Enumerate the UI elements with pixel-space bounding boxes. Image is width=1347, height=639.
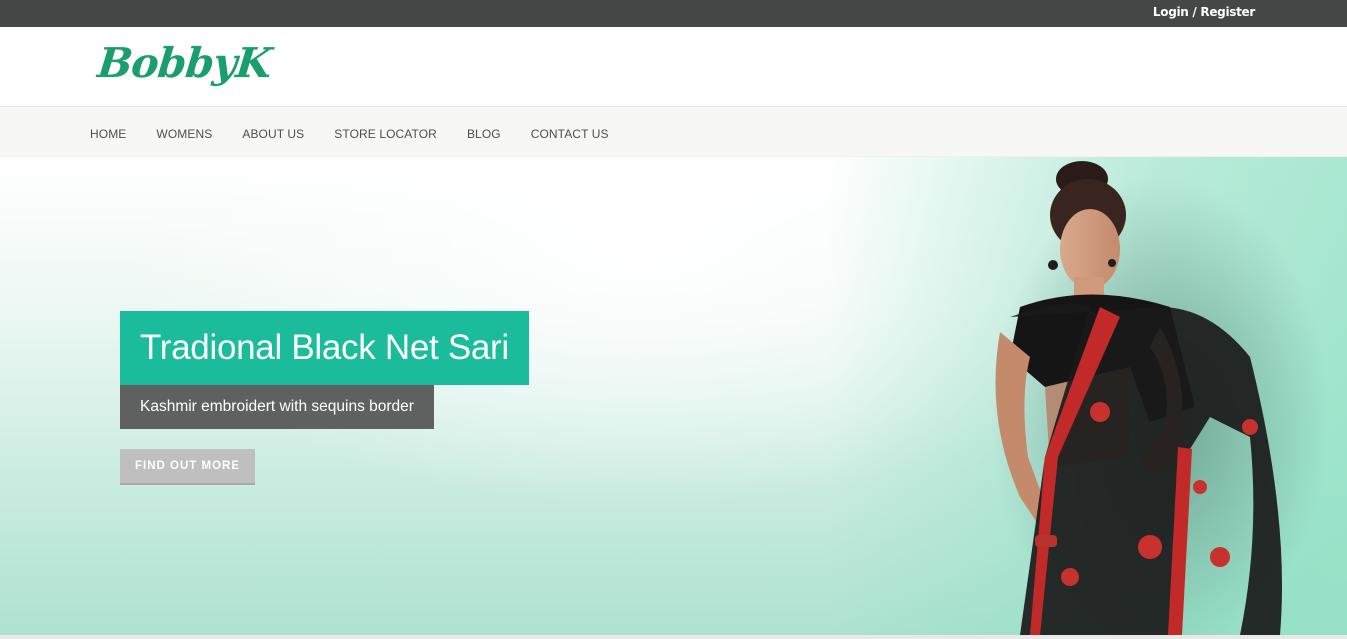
slide-title: Tradional Black Net Sari: [120, 311, 529, 385]
find-out-more-button[interactable]: FIND OUT MORE: [120, 449, 255, 485]
model-in-black-sari-image: [990, 161, 1330, 635]
nav-item-store-locator[interactable]: STORE LOCATOR: [334, 127, 437, 141]
nav-item-blog[interactable]: BLOG: [467, 127, 501, 141]
hero-slider: Tradional Black Net Sari Kashmir embroid…: [0, 157, 1347, 635]
top-bar: Login / Register: [0, 0, 1347, 27]
main-nav: HOME WOMENS ABOUT US STORE LOCATOR BLOG …: [0, 107, 1347, 157]
nav-item-womens[interactable]: WOMENS: [156, 127, 212, 141]
nav-item-contact-us[interactable]: CONTACT US: [531, 127, 609, 141]
login-register-link[interactable]: Login / Register: [1153, 5, 1255, 19]
bottom-divider: [0, 635, 1347, 639]
slide-subtitle: Kashmir embroidert with sequins border: [120, 385, 434, 429]
brand-logo[interactable]: BobbyK: [95, 39, 273, 87]
site-header: BobbyK: [0, 27, 1347, 107]
nav-item-home[interactable]: HOME: [90, 127, 126, 141]
nav-item-about-us[interactable]: ABOUT US: [242, 127, 304, 141]
